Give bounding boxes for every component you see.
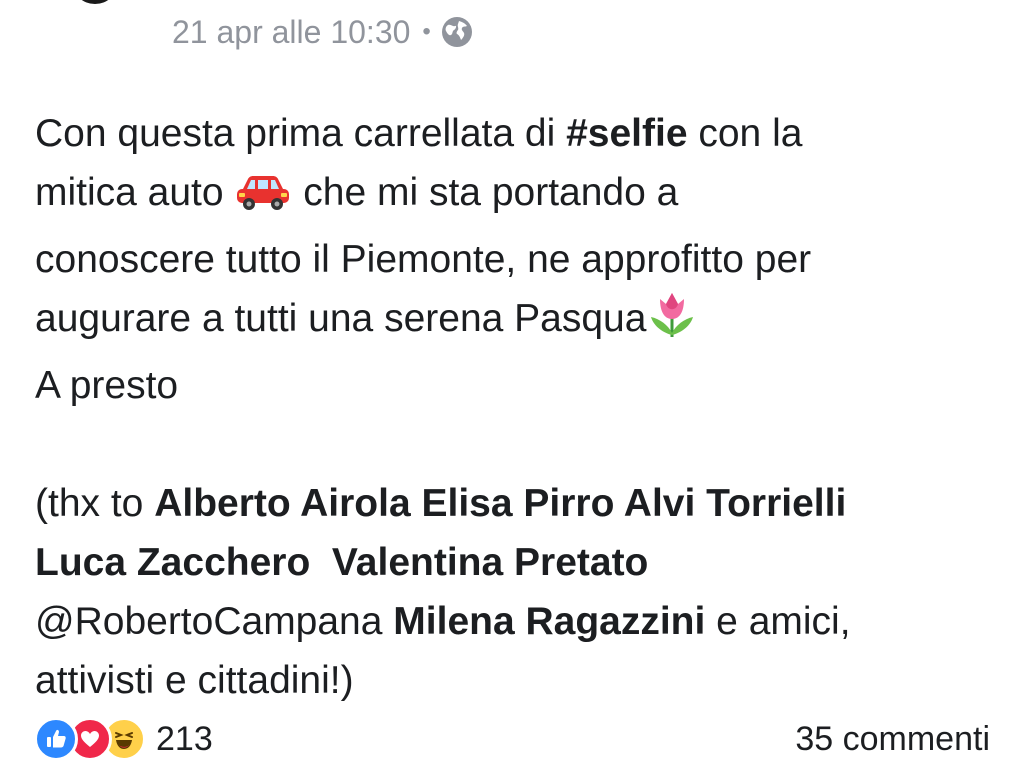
post-line: attivisti e cittadini!) bbox=[35, 659, 354, 702]
post-footer: 213 35 commenti bbox=[34, 714, 990, 764]
comments-count[interactable]: 35 commenti bbox=[795, 720, 990, 759]
post-card: 21 apr alle 10:30 • Con questa prima car… bbox=[0, 0, 1024, 768]
globe-icon[interactable] bbox=[441, 16, 473, 48]
post-timestamp[interactable]: 21 apr alle 10:30 bbox=[172, 14, 410, 51]
text-segment: Con questa prima carrellata di bbox=[35, 112, 567, 155]
profile-avatar[interactable] bbox=[72, 0, 118, 4]
reaction-count[interactable]: 213 bbox=[156, 720, 213, 759]
post-line: A presto bbox=[35, 364, 179, 407]
post-body: Con questa prima carrellata di #selfie c… bbox=[35, 104, 995, 710]
car-emoji-icon bbox=[234, 167, 292, 230]
reactions-summary[interactable]: 213 bbox=[34, 717, 213, 761]
tagged-people-link[interactable]: Luca Zacchero Valentina Pretato bbox=[35, 541, 648, 584]
tagged-people-link[interactable]: Alberto Airola Elisa Pirro Alvi Torriell… bbox=[154, 482, 846, 525]
reaction-icons bbox=[34, 717, 146, 761]
post-meta: 21 apr alle 10:30 • bbox=[172, 10, 473, 54]
text-segment: mitica auto bbox=[35, 171, 235, 214]
text-segment: e amici, bbox=[705, 600, 851, 643]
text-segment: augurare a tutti una serena Pasqua bbox=[35, 297, 647, 340]
text-segment: con la bbox=[687, 112, 803, 155]
post-line: augurare a tutti una serena Pasqua bbox=[35, 289, 995, 356]
post-line: Luca Zacchero Valentina Pretato bbox=[35, 533, 995, 592]
tagged-person-link[interactable]: Milena Ragazzini bbox=[393, 600, 705, 643]
meta-separator: • bbox=[422, 18, 431, 45]
text-segment: (thx to bbox=[35, 482, 155, 525]
post-line: conoscere tutto il Piemonte, ne approfit… bbox=[35, 238, 812, 281]
post-line: @RobertoCampana Milena Ragazzini e amici… bbox=[35, 592, 995, 651]
like-icon bbox=[34, 717, 78, 761]
post-line: mitica auto che mi sta portando a bbox=[35, 163, 995, 230]
hashtag-link[interactable]: #selfie bbox=[566, 112, 687, 155]
post-line: Con questa prima carrellata di #selfie c… bbox=[35, 104, 995, 163]
tulip-emoji-icon bbox=[646, 289, 698, 356]
mention-text: @RobertoCampana bbox=[35, 600, 394, 643]
text-segment: che mi sta portando a bbox=[292, 171, 679, 214]
post-line: (thx to Alberto Airola Elisa Pirro Alvi … bbox=[35, 474, 995, 533]
